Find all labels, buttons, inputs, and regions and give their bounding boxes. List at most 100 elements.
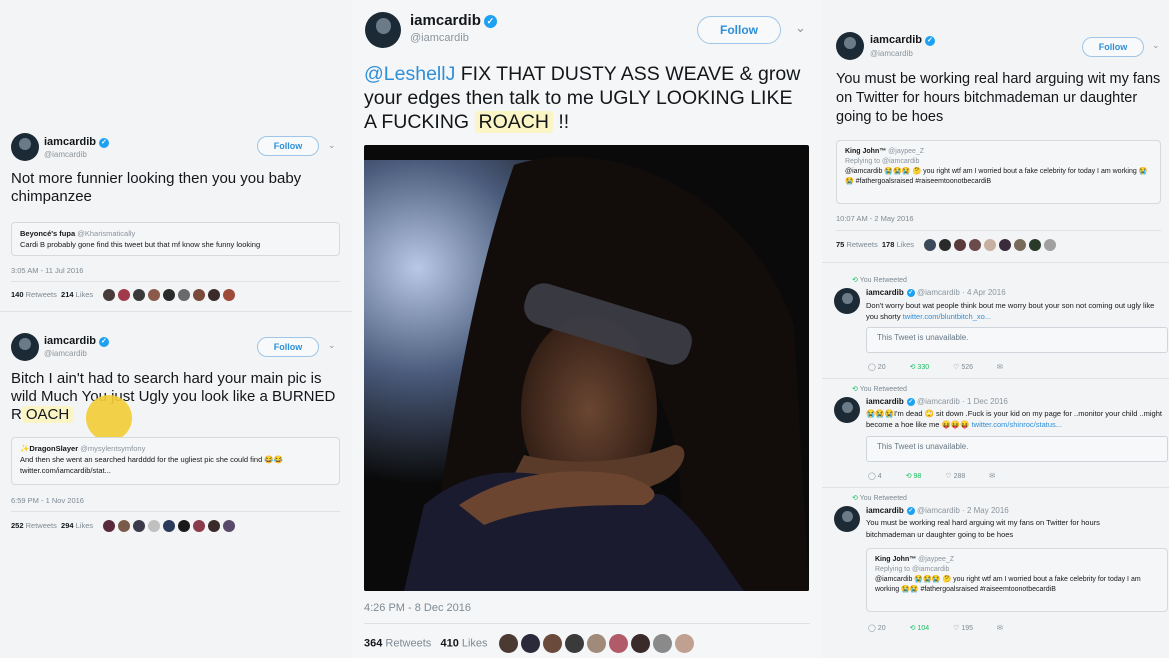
- retweet-count[interactable]: 364: [364, 637, 382, 649]
- like-count[interactable]: 294: [61, 521, 74, 530]
- tweet-actions: ◯ 4 ⟲ 98 ♡ 288 ✉: [868, 472, 995, 480]
- quoted-text: And then she went an searched hardddd fo…: [20, 454, 284, 464]
- follow-button[interactable]: Follow: [257, 136, 319, 156]
- author-name[interactable]: iamcardib: [866, 506, 904, 515]
- quoted-author-name: Beyoncé's fupa: [20, 229, 76, 238]
- reply-button[interactable]: ◯ 20: [868, 624, 886, 632]
- envelope-icon: ✉: [997, 625, 1003, 632]
- follow-button[interactable]: Follow: [1082, 37, 1144, 57]
- mention-link[interactable]: @LeshellJ: [364, 63, 455, 85]
- tweet-link[interactable]: twitter.com/bluntbitch_xo...: [903, 312, 991, 321]
- avatar[interactable]: [365, 12, 401, 48]
- dm-button[interactable]: ✉: [997, 363, 1003, 371]
- photo-image: [364, 156, 809, 591]
- quoted-text: @iamcardib 😭😭😭 🤔 you right wtf am I worr…: [875, 576, 1141, 594]
- like-count[interactable]: 214: [61, 290, 74, 299]
- quoted-text: Cardi B probably gone find this tweet bu…: [20, 239, 261, 249]
- like-button[interactable]: ♡ 195: [953, 624, 973, 632]
- highlighted-word: ROACH: [474, 111, 553, 133]
- liker-avatars[interactable]: [924, 239, 1059, 251]
- tweet-timestamp[interactable]: 3:05 AM - 11 Jul 2016: [11, 266, 83, 275]
- retweet-count[interactable]: 252: [11, 521, 24, 530]
- author-name[interactable]: iamcardib: [866, 288, 904, 297]
- right-column: iamcardib ✓ @iamcardib Follow ⌄ You must …: [822, 0, 1169, 658]
- tweet-text: You must be working real hard arguing wi…: [866, 518, 1100, 539]
- chevron-down-icon[interactable]: ⌄: [328, 140, 336, 151]
- tweet-text: You must be working real hard arguing wi…: [836, 71, 1161, 125]
- heart-icon: ♡: [953, 364, 960, 371]
- chevron-down-icon[interactable]: ⌄: [1152, 40, 1160, 51]
- center-column: iamcardib ✓ @iamcardib Follow ⌄ @LeshellJ…: [352, 0, 822, 658]
- retweeted-label: ⟲ You Retweeted: [852, 386, 907, 393]
- follow-button[interactable]: Follow: [697, 16, 781, 44]
- quoted-author-name: King John™: [875, 556, 917, 563]
- avatar[interactable]: [834, 506, 860, 532]
- tweet-text: 😭😭😭I'm dead 🙄 sit down .Fuck is your kid…: [866, 409, 1162, 429]
- author-name[interactable]: iamcardib ✓: [44, 136, 109, 148]
- tweet-link[interactable]: twitter.com/shinroc/status...: [972, 420, 1062, 429]
- envelope-icon: ✉: [989, 473, 996, 480]
- avatar[interactable]: [834, 397, 860, 423]
- replying-to: Replying to @iamcardib: [875, 566, 950, 574]
- retweet-button[interactable]: ⟲ 330: [910, 363, 930, 371]
- reply-button[interactable]: ◯ 4: [868, 472, 882, 480]
- tweet-actions: ◯ 20 ⟲ 104 ♡ 195 ✉: [868, 624, 1003, 632]
- like-button[interactable]: ♡ 526: [953, 363, 973, 371]
- quoted-tweet[interactable]: ✨DragonSlayer @mysylentsymfony And then …: [11, 437, 340, 485]
- verified-badge-icon: ✓: [906, 507, 915, 515]
- retweet-count[interactable]: 75: [836, 240, 844, 249]
- retweet-button[interactable]: ⟲ 98: [906, 472, 922, 480]
- retweet-icon: ⟲: [909, 625, 916, 632]
- chevron-down-icon[interactable]: ⌄: [795, 20, 806, 36]
- liker-avatars[interactable]: [498, 634, 697, 653]
- author-line: iamcardib ✓ @iamcardib · 2 May 2016: [866, 506, 1009, 515]
- replying-to: Replying to @iamcardib: [845, 158, 920, 166]
- follow-button[interactable]: Follow: [257, 337, 319, 357]
- tweet-timestamp[interactable]: 6:59 PM - 1 Nov 2016: [11, 496, 84, 505]
- quoted-tweet[interactable]: Beyoncé's fupa @Kharismatically Cardi B …: [11, 222, 340, 256]
- unavailable-tweet-notice: This Tweet is unavailable.: [866, 327, 1168, 353]
- author-name[interactable]: iamcardib ✓: [410, 12, 497, 29]
- verified-badge-icon: ✓: [906, 398, 915, 406]
- quoted-author-name: King John™: [845, 148, 887, 155]
- chevron-down-icon[interactable]: ⌄: [328, 340, 336, 351]
- quoted-author-handle: @Kharismatically: [77, 229, 136, 238]
- quoted-tweet[interactable]: King John™ @jaypee_Z Replying to @iamcar…: [836, 140, 1161, 204]
- avatar[interactable]: [11, 333, 39, 361]
- quoted-tweet[interactable]: King John™ @jaypee_Z Replying to @iamcar…: [866, 548, 1168, 612]
- author-name[interactable]: iamcardib ✓: [44, 335, 109, 347]
- retweet-count[interactable]: 140: [11, 290, 24, 299]
- tweet-stats: 140 Retweets 214 Likes: [11, 289, 238, 301]
- like-count[interactable]: 410: [440, 637, 458, 649]
- tweet-timestamp[interactable]: 10:07 AM - 2 May 2016: [836, 214, 914, 223]
- verified-badge-icon: ✓: [98, 138, 109, 148]
- cursor-highlight: [86, 395, 132, 441]
- retweet-icon: ⟲: [905, 473, 912, 480]
- quoted-link[interactable]: twitter.com/iamcardib/stat...: [20, 466, 331, 477]
- avatar[interactable]: [836, 32, 864, 60]
- verified-badge-icon: ✓: [906, 289, 915, 297]
- dm-button[interactable]: ✉: [989, 472, 995, 480]
- author-handle: @iamcardib · 2 May 2016: [917, 506, 1009, 515]
- verified-badge-icon: ✓: [98, 337, 109, 347]
- author-handle: @iamcardib: [44, 150, 87, 159]
- tweet-text: @LeshellJ FIX THAT DUSTY ASS WEAVE & gro…: [364, 63, 801, 133]
- liker-avatars[interactable]: [103, 289, 238, 301]
- tweet-photo[interactable]: [364, 145, 809, 591]
- retweet-button[interactable]: ⟲ 104: [910, 624, 930, 632]
- avatar[interactable]: [11, 133, 39, 161]
- tweet-timestamp[interactable]: 4:26 PM - 8 Dec 2016: [364, 602, 471, 614]
- retweet-icon: ⟲: [852, 386, 858, 393]
- author-name[interactable]: iamcardib: [866, 397, 904, 406]
- tweet-text: Not more funnier looking then you you ba…: [11, 170, 302, 205]
- tweet-text: Bitch I ain't had to search hard your ma…: [11, 370, 336, 423]
- author-name[interactable]: iamcardib ✓: [870, 34, 935, 46]
- avatar[interactable]: [834, 288, 860, 314]
- dm-button[interactable]: ✉: [997, 624, 1003, 632]
- envelope-icon: ✉: [997, 364, 1003, 371]
- reply-button[interactable]: ◯ 20: [868, 363, 886, 371]
- liker-avatars[interactable]: [103, 520, 238, 532]
- like-count[interactable]: 178: [882, 240, 895, 249]
- like-button[interactable]: ♡ 288: [945, 472, 965, 480]
- tweet-stats: 364 Retweets 410 Likes: [364, 634, 697, 653]
